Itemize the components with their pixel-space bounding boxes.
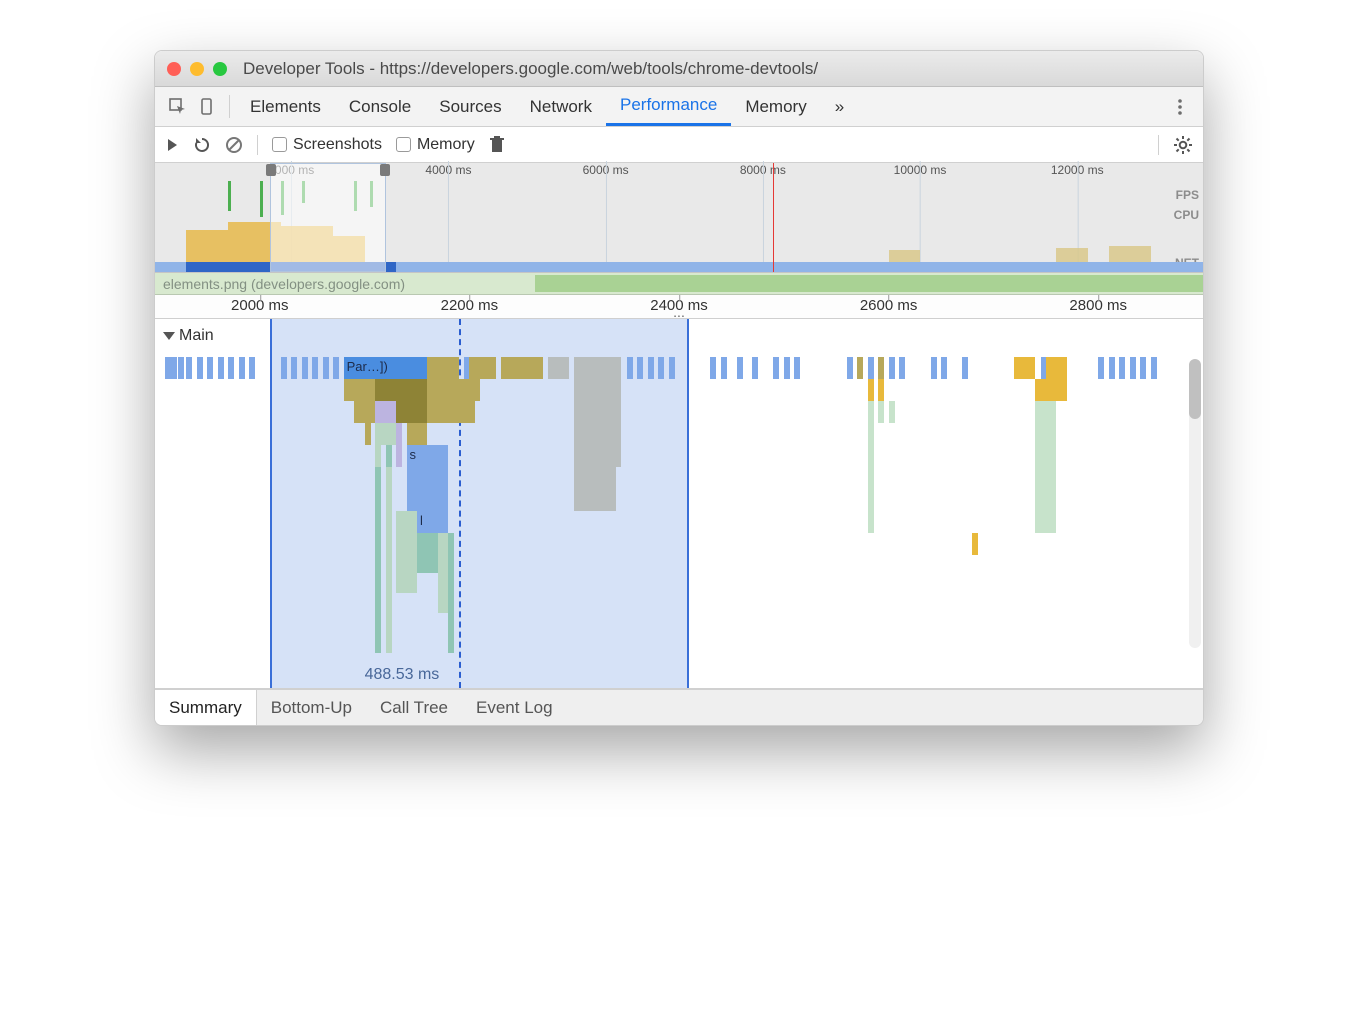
tab-memory-label: Memory — [745, 97, 806, 117]
tab-summary[interactable]: Summary — [155, 690, 257, 725]
ruler-tick: 2800 ms — [1069, 297, 1127, 314]
performance-toolbar: Screenshots Memory — [155, 127, 1203, 163]
ruler-tick: 2600 ms — [860, 297, 918, 314]
tab-bottom-up[interactable]: Bottom-Up — [257, 690, 366, 725]
memory-checkbox[interactable]: Memory — [396, 136, 475, 154]
selection-duration-text: 488.53 ms — [365, 666, 440, 684]
inspect-element-icon[interactable] — [163, 87, 193, 126]
overview-selection[interactable] — [270, 163, 385, 272]
tab-network-label: Network — [530, 97, 592, 117]
flame-chart[interactable]: Main Par…]) — [155, 319, 1203, 689]
tabs-overflow-label: » — [835, 97, 844, 117]
detail-ruler[interactable]: 2000 ms 2200 ms 2400 ms 2600 ms 2800 ms … — [155, 295, 1203, 319]
overview-timeline[interactable]: 2000 ms 4000 ms 6000 ms 8000 ms 10000 ms… — [155, 163, 1203, 273]
overview-tick: 4000 ms — [425, 163, 471, 177]
reload-button[interactable] — [193, 136, 211, 154]
overview-tick: 10000 ms — [894, 163, 947, 177]
tab-sources[interactable]: Sources — [425, 87, 515, 126]
ruler-tick: 2200 ms — [441, 297, 499, 314]
tab-console-label: Console — [349, 97, 411, 117]
tab-elements-label: Elements — [250, 97, 321, 117]
flame-block-parse[interactable]: Par…]) — [344, 357, 428, 379]
minimize-window-button[interactable] — [190, 62, 204, 76]
tab-sources-label: Sources — [439, 97, 501, 117]
ruler-tick: 2000 ms — [231, 297, 289, 314]
panel-tabbar: Elements Console Sources Network Perform… — [155, 87, 1203, 127]
overview-tick: 6000 ms — [583, 163, 629, 177]
tab-call-tree[interactable]: Call Tree — [366, 690, 462, 725]
close-window-button[interactable] — [167, 62, 181, 76]
overview-load-marker — [773, 163, 774, 272]
tab-performance[interactable]: Performance — [606, 87, 731, 126]
tab-performance-label: Performance — [620, 95, 717, 115]
tabs-overflow[interactable]: » — [821, 87, 858, 126]
tab-console[interactable]: Console — [335, 87, 425, 126]
record-button[interactable] — [165, 138, 179, 152]
tab-memory[interactable]: Memory — [731, 87, 820, 126]
overview-tick: 12000 ms — [1051, 163, 1104, 177]
traffic-lights — [167, 62, 227, 76]
ruler-collapse-icon[interactable]: ... — [673, 304, 685, 320]
clear-button[interactable] — [225, 136, 243, 154]
flame-scrollthumb[interactable] — [1189, 359, 1201, 419]
main-thread-label[interactable]: Main — [163, 327, 214, 345]
overview-tick: 8000 ms — [740, 163, 786, 177]
flame-block-s[interactable]: s — [407, 445, 449, 467]
tab-elements[interactable]: Elements — [236, 87, 335, 126]
network-request-label: elements.png (developers.google.com) — [163, 276, 405, 292]
window-title: Developer Tools - https://developers.goo… — [243, 59, 818, 79]
garbage-collect-icon[interactable] — [489, 136, 505, 154]
devtools-window: Developer Tools - https://developers.goo… — [154, 50, 1204, 726]
kebab-menu-icon[interactable] — [1165, 87, 1195, 126]
tab-network[interactable]: Network — [516, 87, 606, 126]
collapse-triangle-icon — [163, 332, 175, 340]
network-request-strip[interactable]: elements.png (developers.google.com) — [155, 273, 1203, 295]
tab-event-log[interactable]: Event Log — [462, 690, 567, 725]
settings-gear-icon[interactable] — [1173, 135, 1193, 155]
titlebar: Developer Tools - https://developers.goo… — [155, 51, 1203, 87]
details-tabbar: Summary Bottom-Up Call Tree Event Log — [155, 689, 1203, 725]
maximize-window-button[interactable] — [213, 62, 227, 76]
flame-block-l[interactable]: l — [417, 511, 448, 533]
device-toolbar-icon[interactable] — [193, 87, 223, 126]
screenshots-checkbox[interactable]: Screenshots — [272, 136, 382, 154]
memory-label: Memory — [417, 136, 475, 154]
flame-scrollbar[interactable] — [1189, 359, 1201, 648]
network-request-bar — [535, 275, 1203, 292]
screenshots-label: Screenshots — [293, 136, 382, 154]
